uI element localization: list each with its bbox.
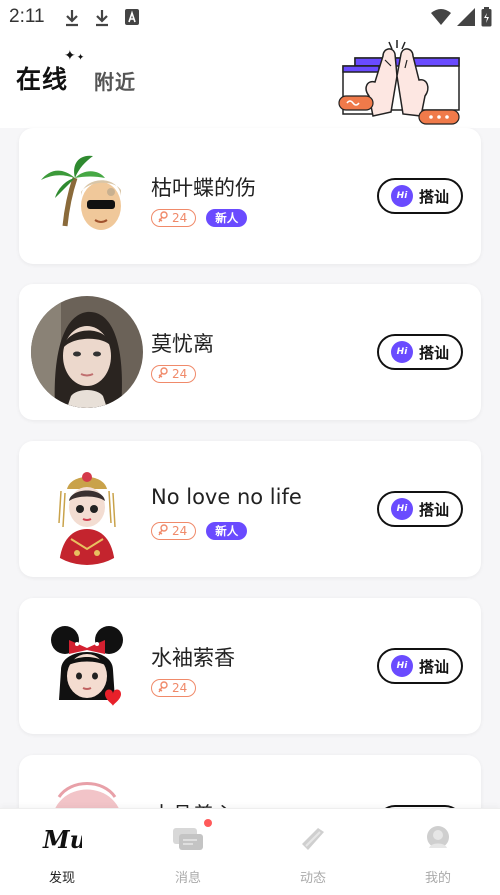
hi-icon: Hi: [390, 185, 413, 207]
status-time: 2:11: [9, 6, 45, 27]
female-icon: [158, 523, 168, 539]
nav-messages[interactable]: 消息: [148, 819, 228, 886]
new-user-badge: 新人: [206, 209, 248, 227]
nav-discover[interactable]: Mu 发现: [22, 821, 102, 886]
user-card[interactable]: 水袖萦香 24 Hi 搭讪: [19, 598, 481, 734]
age-tag: 24: [151, 365, 197, 383]
greet-button-label: 搭讪: [418, 657, 449, 676]
moments-icon: [273, 821, 353, 857]
greet-button[interactable]: Hi 搭讪: [377, 648, 463, 684]
user-card[interactable]: No love no life 24 新人 Hi 搭讪: [19, 441, 481, 577]
age-tag: 24: [151, 679, 197, 697]
hi-icon: Hi: [390, 498, 413, 520]
age-value: 24: [172, 524, 188, 538]
greet-button[interactable]: Hi 搭讪: [377, 491, 463, 527]
user-name: 莫忧离: [151, 332, 214, 356]
user-card[interactable]: 莫忧离 24 Hi 搭讪: [19, 284, 481, 420]
user-name: No love no life: [151, 485, 302, 509]
user-card[interactable]: 枯叶蝶的伤 24 新人 Hi 搭讪: [19, 128, 481, 264]
message-icon: [148, 819, 228, 857]
greet-button-label: 搭讪: [418, 187, 449, 206]
female-icon: [158, 680, 168, 696]
user-tags: 24: [151, 679, 197, 697]
download-icon: [94, 8, 110, 32]
avatar[interactable]: [31, 140, 143, 252]
avatar[interactable]: [31, 453, 143, 565]
tab-online[interactable]: 在线 ✦✦: [14, 48, 84, 100]
nav-label: 动态: [299, 871, 326, 886]
high-five-illustration: [338, 40, 460, 125]
battery-icon: [481, 7, 492, 31]
tab-nearby[interactable]: 附近: [94, 66, 136, 95]
signal-icon: [457, 8, 475, 30]
avatar[interactable]: [31, 296, 143, 408]
download-icon: [64, 8, 80, 32]
greet-button-label: 搭讪: [418, 500, 449, 519]
female-icon: [158, 366, 168, 382]
user-tags: 24 新人: [151, 522, 248, 540]
user-tags: 24: [151, 365, 197, 383]
status-bar: 2:11: [0, 0, 500, 36]
greet-button[interactable]: Hi 搭讪: [377, 178, 463, 214]
user-tags: 24 新人: [151, 209, 248, 227]
user-name: 枯叶蝶的伤: [151, 176, 256, 200]
age-tag: 24: [151, 522, 197, 540]
discover-mu-icon: Mu: [22, 821, 102, 857]
hi-icon: Hi: [390, 655, 413, 677]
nav-label: 发现: [48, 871, 75, 886]
age-value: 24: [172, 367, 188, 381]
user-name: 水袖萦香: [151, 646, 235, 670]
greet-button[interactable]: Hi 搭讪: [377, 334, 463, 370]
bottom-nav: Mu 发现 消息 动态: [0, 808, 500, 895]
nav-label: 我的: [424, 871, 451, 886]
age-tag: 24: [151, 209, 197, 227]
age-value: 24: [172, 211, 188, 225]
wifi-icon: [431, 9, 451, 29]
profile-icon: [398, 821, 478, 857]
tab-online-label: 在线: [16, 65, 69, 94]
avatar[interactable]: [31, 610, 143, 722]
unread-badge-dot: [204, 819, 212, 827]
nav-label: 消息: [174, 871, 201, 886]
notification-a-icon: [124, 8, 140, 30]
header: 在线 ✦✦ 附近: [0, 36, 500, 128]
female-icon: [158, 210, 168, 226]
nav-profile[interactable]: 我的: [398, 821, 478, 886]
sparkle-icon: ✦✦: [64, 48, 86, 64]
age-value: 24: [172, 681, 188, 695]
hi-icon: Hi: [390, 341, 413, 363]
new-user-badge: 新人: [206, 522, 248, 540]
greet-button-label: 搭讪: [418, 343, 449, 362]
tab-active-underline: [14, 94, 70, 100]
svg-text:Mu: Mu: [42, 825, 82, 854]
nav-moments[interactable]: 动态: [273, 821, 353, 886]
